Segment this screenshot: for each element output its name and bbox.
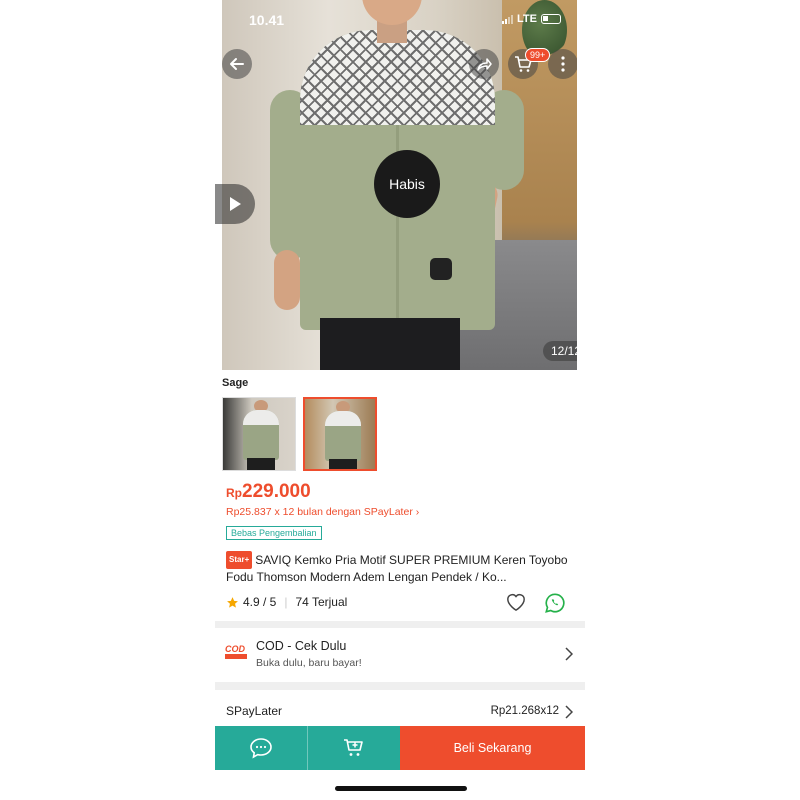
share-button[interactable]: [469, 49, 499, 79]
price-currency: Rp: [226, 486, 242, 500]
chevron-right-icon: [565, 705, 573, 719]
product-title-text: SAVIQ Kemko Pria Motif SUPER PREMIUM Ker…: [226, 553, 568, 584]
phone-screen: Habis 10.41 LTE 99+ 12/1 Sage Rp229.000 …: [215, 0, 585, 800]
product-price: Rp229.000: [226, 481, 311, 503]
spaylater-row[interactable]: SPayLater Rp21.268x12: [215, 698, 585, 726]
network-label: LTE: [517, 13, 537, 25]
variant-label: Sage: [222, 377, 249, 389]
buy-now-button[interactable]: Beli Sekarang: [400, 726, 585, 770]
add-cart-icon: [344, 739, 363, 756]
more-vertical-icon: [561, 56, 565, 72]
price-amount: 229.000: [242, 481, 311, 502]
star-plus-badge: Star+: [226, 551, 253, 569]
cod-title: COD - Cek Dulu: [256, 639, 347, 653]
spaylater-label: SPayLater: [226, 704, 283, 718]
cod-subtitle: Buka dulu, baru bayar!: [256, 657, 362, 669]
whatsapp-icon: [545, 593, 565, 613]
home-indicator: [335, 786, 467, 791]
rating-score: 4.9 / 5: [243, 595, 277, 609]
play-video-button[interactable]: [215, 184, 255, 224]
sold-out-overlay: Habis: [374, 150, 440, 218]
status-indicators: LTE: [502, 13, 561, 25]
cod-logo: COD: [225, 644, 249, 662]
back-button[interactable]: [222, 49, 252, 79]
bottom-action-bar: Beli Sekarang: [215, 726, 585, 770]
whatsapp-share-button[interactable]: [544, 592, 566, 619]
chevron-right-icon: [565, 647, 573, 661]
add-to-cart-button[interactable]: [307, 726, 400, 770]
chat-icon: [250, 738, 272, 759]
cod-row[interactable]: COD COD - Cek Dulu Buka dulu, baru bayar…: [215, 628, 585, 680]
watch: [430, 258, 452, 280]
free-return-tag: Bebas Pengembalian: [226, 526, 322, 540]
more-options-button[interactable]: [548, 49, 577, 79]
chat-button[interactable]: [215, 726, 307, 770]
product-image[interactable]: Habis 10.41 LTE 99+ 12/1: [222, 0, 577, 370]
installment-link[interactable]: Rp25.837 x 12 bulan dengan SPayLater ›: [226, 506, 419, 518]
sold-count: 74 Terjual: [295, 595, 348, 609]
image-counter: 12/12: [543, 341, 577, 361]
cart-badge: 99+: [525, 48, 551, 62]
rating-row[interactable]: 4.9 / 5 | 74 Terjual: [226, 595, 347, 609]
favorite-button[interactable]: [505, 592, 527, 617]
share-icon: [477, 58, 492, 71]
star-icon: [227, 596, 238, 608]
battery-icon: [541, 14, 561, 24]
product-title: Star+ SAVIQ Kemko Pria Motif SUPER PREMIU…: [226, 551, 576, 585]
variant-thumbnail[interactable]: [222, 397, 296, 471]
arrow-left-icon: [230, 58, 244, 70]
variant-thumbnail-selected[interactable]: [303, 397, 377, 471]
heart-icon: [507, 594, 525, 612]
signal-icon: [502, 14, 514, 24]
play-icon: [230, 197, 241, 211]
status-time: 10.41: [249, 12, 285, 28]
spaylater-value: Rp21.268x12: [490, 705, 559, 717]
